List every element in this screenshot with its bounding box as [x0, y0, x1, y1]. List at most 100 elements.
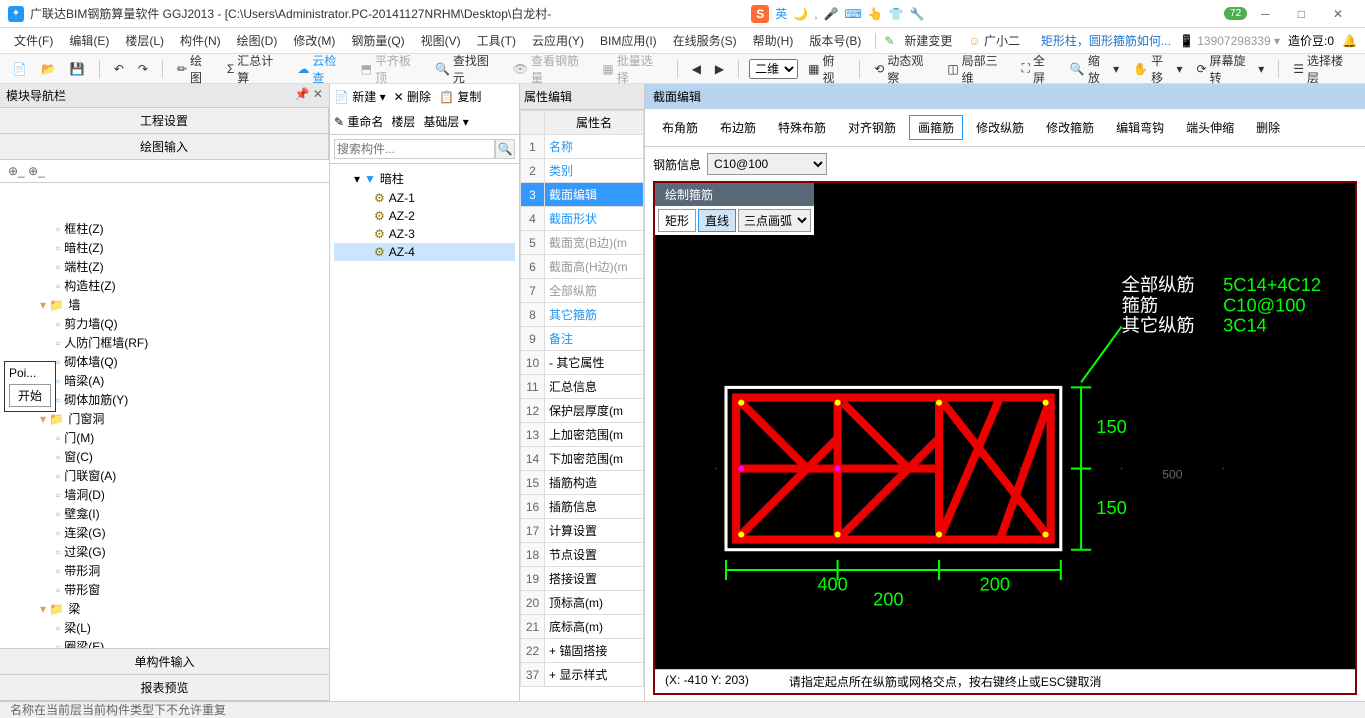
property-row[interactable]: 21底标高(m) [521, 615, 644, 639]
property-row[interactable]: 5截面宽(B边)(m [521, 231, 644, 255]
property-row[interactable]: 14下加密范围(m [521, 447, 644, 471]
new-component-button[interactable]: 📄 新建 ▾ [334, 88, 386, 105]
close-button[interactable]: ✕ [1319, 7, 1357, 21]
nav-item[interactable]: ▫ 框柱(Z) [4, 219, 325, 238]
nav-item[interactable]: ▫ 梁(L) [4, 618, 325, 637]
notification-badge[interactable]: 72 [1224, 7, 1247, 20]
nav-item[interactable]: ▫ 窗(C) [4, 447, 325, 466]
tab-draw-input[interactable]: 绘图输入 [0, 134, 329, 159]
foundation-button[interactable]: 基础层 ▾ [423, 113, 468, 130]
select-floor-button[interactable]: ☰ 选择楼层 [1289, 50, 1357, 88]
property-row[interactable]: 7全部纵筋 [521, 279, 644, 303]
new-change-button[interactable]: 新建变更 [898, 30, 958, 51]
nav-item[interactable]: ▫ 墙洞(D) [4, 485, 325, 504]
tab-report-preview[interactable]: 报表预览 [0, 675, 329, 701]
section-tab[interactable]: 布角筋 [653, 115, 707, 140]
property-row[interactable]: 11汇总信息 [521, 375, 644, 399]
tree-item-az1[interactable]: ⚙ AZ-1 [334, 189, 515, 207]
property-row[interactable]: 10- 其它属性 [521, 351, 644, 375]
tab-single-component[interactable]: 单构件输入 [0, 649, 329, 675]
property-row[interactable]: 20顶标高(m) [521, 591, 644, 615]
start-button[interactable]: 开始 [9, 384, 51, 407]
nav-item[interactable]: ▫ 端柱(Z) [4, 257, 325, 276]
redo-button[interactable]: ↷ [134, 60, 152, 78]
section-tab[interactable]: 对齐钢筋 [839, 115, 905, 140]
tree-item-az4[interactable]: ⚙ AZ-4 [334, 243, 515, 261]
menu-cloud[interactable]: 云应用(Y) [526, 30, 590, 51]
rename-component-button[interactable]: ✎ 重命名 [334, 113, 383, 130]
property-row[interactable]: 16插筋信息 [521, 495, 644, 519]
property-row[interactable]: 37+ 显示样式 [521, 663, 644, 687]
menu-file[interactable]: 文件(F) [8, 30, 59, 51]
new-file-button[interactable]: 📄 [8, 60, 31, 78]
menu-tool[interactable]: 工具(T) [471, 30, 522, 51]
property-row[interactable]: 15插筋构造 [521, 471, 644, 495]
nav-item[interactable]: ▫ 剪力墙(Q) [4, 314, 325, 333]
property-row[interactable]: 19搭接设置 [521, 567, 644, 591]
rotate-button[interactable]: ⟳ 屏幕旋转 ▾ [1192, 50, 1268, 88]
menu-bim[interactable]: BIM应用(I) [594, 30, 663, 51]
property-row[interactable]: 18节点设置 [521, 543, 644, 567]
tree-root[interactable]: ▾ ▼ 暗柱 [334, 168, 515, 189]
delete-component-button[interactable]: ✕ 删除 [394, 88, 431, 105]
property-row[interactable]: 2类别 [521, 159, 644, 183]
find-button[interactable]: 🔍 查找图元 [431, 50, 503, 88]
zoom-button[interactable]: 🔍 缩放 ▾ [1066, 50, 1123, 88]
menu-help[interactable]: 帮助(H) [747, 30, 800, 51]
sum-button[interactable]: Σ 汇总计算 [223, 50, 288, 88]
dynamic-view-button[interactable]: ⟲ 动态观察 [870, 50, 937, 88]
section-tab[interactable]: 画箍筋 [909, 115, 963, 140]
nav-item[interactable]: ▫ 暗柱(Z) [4, 238, 325, 257]
draw-button[interactable]: ✏ 绘图 [173, 50, 217, 88]
search-button[interactable]: 🔍 [495, 139, 515, 159]
pan-button[interactable]: ✋ 平移 ▾ [1129, 50, 1186, 88]
nav-item[interactable]: ▫ 带形窗 [4, 580, 325, 599]
section-tab[interactable]: 编辑弯钩 [1107, 115, 1173, 140]
nav-item[interactable]: ▫ 壁龛(I) [4, 504, 325, 523]
search-input[interactable] [334, 139, 495, 159]
bell-icon[interactable]: 🔔 [1342, 34, 1357, 48]
property-row[interactable]: 13上加密范围(m [521, 423, 644, 447]
menu-draw[interactable]: 绘图(D) [231, 30, 284, 51]
menu-online[interactable]: 在线服务(S) [667, 30, 743, 51]
property-row[interactable]: 22+ 锚固搭接 [521, 639, 644, 663]
property-row[interactable]: 9备注 [521, 327, 644, 351]
draw-rect-button[interactable]: 矩形 [658, 209, 696, 232]
save-button[interactable]: 💾 [66, 60, 89, 78]
section-tab[interactable]: 特殊布筋 [769, 115, 835, 140]
property-row[interactable]: 4截面形状 [521, 207, 644, 231]
menu-modify[interactable]: 修改(M) [287, 30, 341, 51]
property-row[interactable]: 1名称 [521, 135, 644, 159]
section-tab[interactable]: 端头伸缩 [1177, 115, 1243, 140]
property-row[interactable]: 6截面高(H边)(m [521, 255, 644, 279]
cloud-check-button[interactable]: ☁ 云检查 [293, 50, 350, 88]
menu-view[interactable]: 视图(V) [415, 30, 467, 51]
fullscreen-button[interactable]: ⛶ 全屏 [1018, 50, 1060, 88]
pin-icon[interactable]: 📌 ✕ [295, 87, 323, 104]
section-tab[interactable]: 修改箍筋 [1037, 115, 1103, 140]
nav-item[interactable]: ▫ 人防门框墙(RF) [4, 333, 325, 352]
open-button[interactable]: 📂 [37, 60, 60, 78]
maximize-button[interactable]: □ [1284, 7, 1319, 21]
nav-item[interactable]: ▫ 带形洞 [4, 561, 325, 580]
hint-link[interactable]: 矩形柱，圆形箍筋如何... [1041, 32, 1171, 49]
nav-item[interactable]: ▫ 连梁(G) [4, 523, 325, 542]
menu-edit[interactable]: 编辑(E) [63, 30, 115, 51]
property-row[interactable]: 12保护层厚度(m [521, 399, 644, 423]
section-canvas[interactable]: 绘制箍筋 矩形 直线 三点画弧 [653, 181, 1357, 695]
rebar-info-select[interactable]: C10@100 [707, 153, 827, 175]
draw-line-button[interactable]: 直线 [698, 209, 736, 232]
property-row[interactable]: 8其它箍筋 [521, 303, 644, 327]
menu-component[interactable]: 构件(N) [174, 30, 227, 51]
section-tab[interactable]: 删除 [1247, 115, 1289, 140]
tree-item-az2[interactable]: ⚙ AZ-2 [334, 207, 515, 225]
property-row[interactable]: 3截面编辑 [521, 183, 644, 207]
nav-item[interactable]: ▫ 门(M) [4, 428, 325, 447]
view-rebar-button[interactable]: 👁 查看钢筋量 [509, 50, 593, 88]
local3d-button[interactable]: ◫ 局部三维 [943, 50, 1011, 88]
view-mode-select[interactable]: 二维 [749, 59, 798, 79]
nav-item[interactable]: ▾ 📁 墙 [4, 295, 325, 314]
next-button[interactable]: ▶ [711, 60, 728, 78]
tree-item-az3[interactable]: ⚙ AZ-3 [334, 225, 515, 243]
batch-button[interactable]: ▦ 批量选择 [598, 50, 666, 88]
